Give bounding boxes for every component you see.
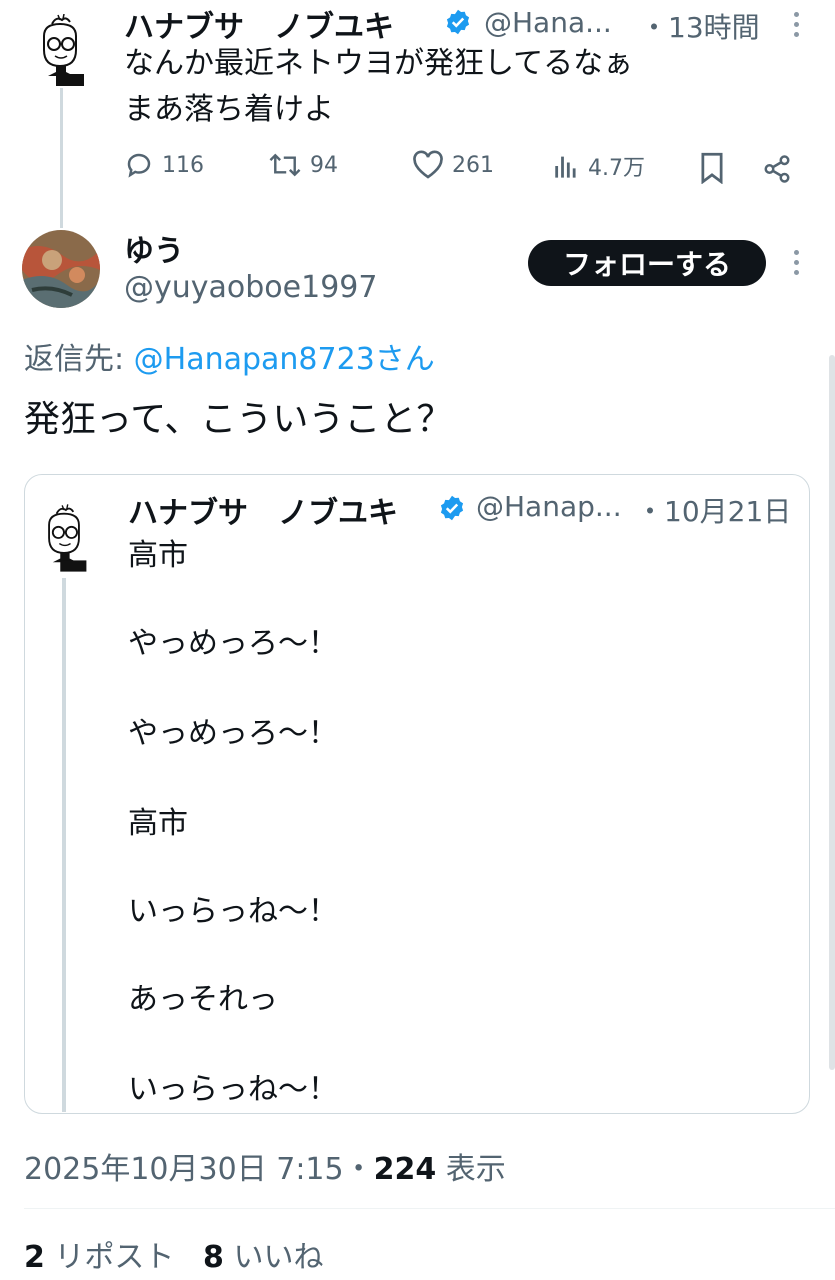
quoted-text-line: 高市: [128, 806, 188, 841]
analytics-icon: [555, 156, 576, 178]
repost-button[interactable]: 94: [268, 150, 338, 180]
cartoon-face-icon: [43, 13, 84, 86]
replying-to-label: 返信先:: [24, 342, 134, 377]
like-label[interactable]: いいね: [224, 1240, 323, 1275]
reply-count: 116: [162, 152, 204, 178]
author-handle[interactable]: @Hana...: [484, 6, 612, 39]
tweet-text-line1: なんか最近ネトウヨが発狂してるなぁ: [124, 46, 634, 81]
divider: [24, 1208, 835, 1209]
views-count: 4.7万: [588, 156, 645, 181]
engagement-stats: 2 リポスト 8 いいね: [24, 1232, 323, 1276]
reply-author-handle[interactable]: @yuyaoboe1997: [124, 270, 377, 305]
verified-badge-icon: [440, 495, 464, 521]
bookmark-button[interactable]: [698, 152, 726, 188]
view-label: 表示: [436, 1152, 506, 1187]
thread-line: [60, 88, 63, 228]
share-button[interactable]: [762, 154, 792, 188]
quoted-text-line: あっそれっ: [128, 982, 278, 1017]
verified-badge-icon: [446, 9, 470, 35]
replying-to-handle-link[interactable]: @Hanapan8723さん: [134, 342, 435, 377]
quoted-thread-line: [62, 578, 66, 1112]
repost-total[interactable]: 2: [24, 1240, 45, 1275]
repost-icon: [269, 153, 301, 177]
quoted-tweet-date[interactable]: ・10月21日: [636, 490, 791, 530]
avatar-image: [22, 230, 100, 308]
repost-count: 94: [310, 152, 338, 178]
quoted-text-line: やっめっろ〜！: [128, 626, 338, 661]
repost-label[interactable]: リポスト: [45, 1240, 174, 1275]
reply-icon: [127, 153, 151, 178]
more-options-icon[interactable]: [794, 12, 800, 42]
reply-author-avatar[interactable]: [22, 230, 100, 308]
more-options-icon[interactable]: [794, 250, 800, 280]
quoted-text-line: いっらっね〜！: [128, 894, 338, 929]
scrollbar[interactable]: [829, 355, 835, 1070]
like-count: 261: [452, 152, 494, 178]
tweet-time[interactable]: ・13時間: [640, 6, 760, 46]
quoted-author-avatar[interactable]: [36, 500, 92, 576]
reply-button[interactable]: 116: [124, 150, 204, 180]
replying-to: 返信先: @Hanapan8723さん: [24, 334, 435, 378]
views-button[interactable]: 4.7万: [552, 150, 645, 182]
tweet-datetime[interactable]: 2025年10月30日 7:15・: [24, 1152, 374, 1187]
reply-author-name[interactable]: ゆう: [124, 226, 184, 270]
share-icon: [764, 155, 790, 183]
quoted-text-line: いっらっね〜！: [128, 1072, 338, 1107]
quoted-author-name[interactable]: ハナブサ ノブユキ: [128, 488, 398, 532]
quoted-author-handle[interactable]: @Hanap...: [476, 490, 622, 523]
tweet-text-line2: まあ落ち着けよ: [124, 92, 334, 127]
reply-text: 発狂って、こういうこと？: [24, 399, 453, 440]
view-count: 224: [373, 1152, 437, 1187]
quoted-text-line: 高市: [128, 538, 188, 573]
tweet-metadata: 2025年10月30日 7:15・224 表示: [24, 1144, 506, 1188]
like-button[interactable]: 261: [412, 150, 494, 180]
like-total[interactable]: 8: [203, 1240, 224, 1275]
follow-button[interactable]: フォローする: [528, 240, 766, 286]
author-avatar[interactable]: [30, 13, 90, 86]
cartoon-face-icon: [48, 504, 87, 572]
heart-icon: [413, 150, 443, 179]
author-name[interactable]: ハナブサ ノブユキ: [124, 2, 394, 46]
bookmark-icon: [701, 152, 723, 185]
quoted-text-line: やっめっろ〜！: [128, 716, 338, 751]
